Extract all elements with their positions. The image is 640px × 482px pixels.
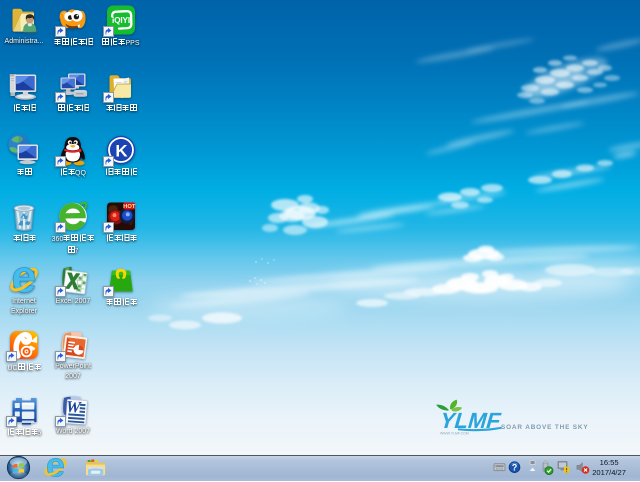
svg-text:SOAR ABOVE THE SKY: SOAR ABOVE THE SKY bbox=[501, 424, 589, 431]
svg-text:e: e bbox=[46, 456, 65, 480]
svg-text:HOT: HOT bbox=[123, 204, 136, 210]
svg-text:W: W bbox=[65, 397, 82, 417]
svg-text:K: K bbox=[115, 142, 128, 161]
svg-text:WWW.YLMF.COM: WWW.YLMF.COM bbox=[440, 432, 469, 436]
svg-text:iQIYI: iQIYI bbox=[112, 15, 130, 25]
svg-text:?: ? bbox=[512, 463, 517, 473]
